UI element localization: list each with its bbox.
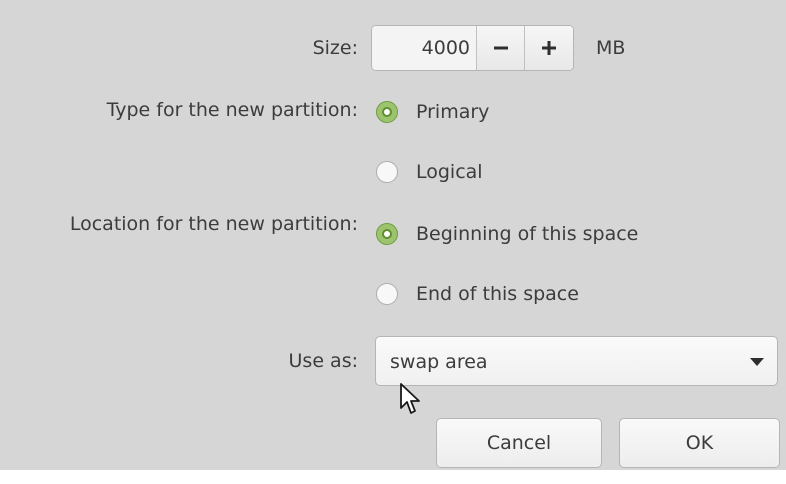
use-as-label: Use as: <box>288 350 358 372</box>
radio-beginning-label: Beginning of this space <box>416 223 639 245</box>
mouse-pointer-icon <box>400 383 420 414</box>
ok-button[interactable]: OK <box>619 418 780 468</box>
radio-end-label: End of this space <box>416 283 579 305</box>
radio-checked-indicator <box>376 101 398 123</box>
size-label: Size: <box>312 37 358 59</box>
radio-unchecked-indicator <box>376 161 398 183</box>
use-as-selected-value: swap area <box>390 351 488 373</box>
caret-down-icon <box>750 358 764 366</box>
radio-checked-indicator <box>376 223 398 245</box>
size-unit-label: MB <box>596 37 626 59</box>
radio-logical[interactable]: Logical <box>376 160 483 184</box>
size-input[interactable]: 4000 <box>372 26 476 70</box>
plus-icon <box>542 41 556 55</box>
radio-primary-label: Primary <box>416 101 490 123</box>
use-as-dropdown[interactable]: swap area <box>375 336 778 386</box>
radio-unchecked-indicator <box>376 283 398 305</box>
radio-end[interactable]: End of this space <box>376 282 579 306</box>
partition-type-label: Type for the new partition: <box>106 99 358 121</box>
minus-icon <box>494 46 508 50</box>
partition-location-label: Location for the new partition: <box>69 213 358 235</box>
radio-beginning[interactable]: Beginning of this space <box>376 222 638 246</box>
radio-primary[interactable]: Primary <box>376 100 489 124</box>
cancel-button[interactable]: Cancel <box>436 418 602 468</box>
decrement-button[interactable] <box>476 26 525 70</box>
size-spin-button[interactable]: 4000 <box>371 25 574 71</box>
increment-button[interactable] <box>524 26 573 70</box>
radio-logical-label: Logical <box>416 161 483 183</box>
new-partition-dialog: Size: 4000 MB Type for the new partition… <box>0 0 786 470</box>
